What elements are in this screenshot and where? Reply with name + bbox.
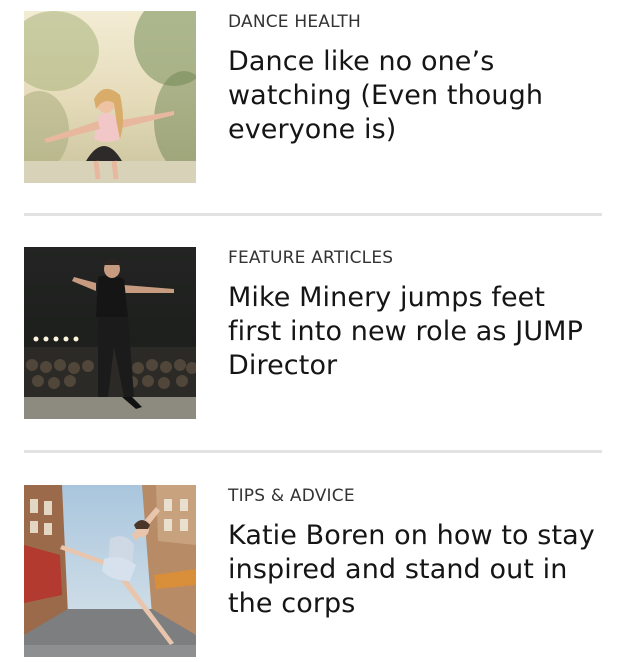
article-category[interactable]: DANCE HEALTH	[228, 11, 602, 33]
article-thumbnail-dance-health[interactable]	[24, 11, 196, 183]
ballerina-leaping-in-street-photo	[24, 485, 196, 657]
man-dancing-on-stage-photo	[24, 247, 196, 419]
article-card: FEATURE ARTICLES Mike Minery jumps feet …	[24, 247, 602, 420]
article-thumbnail-feature-articles[interactable]	[24, 247, 196, 419]
article-card: DANCE HEALTH Dance like no one’s watchin…	[24, 11, 602, 184]
divider	[24, 213, 602, 216]
girl-dancing-outdoors-photo	[24, 11, 196, 183]
article-card: TIPS & ADVICE Katie Boren on how to stay…	[24, 485, 602, 658]
article-category[interactable]: TIPS & ADVICE	[228, 485, 602, 507]
article-text: FEATURE ARTICLES Mike Minery jumps feet …	[228, 247, 602, 383]
article-title[interactable]: Katie Boren on how to stay inspired and …	[228, 519, 602, 621]
divider	[24, 450, 602, 453]
article-title[interactable]: Dance like no one’s watching (Even thoug…	[228, 45, 602, 147]
article-thumbnail-tips-advice[interactable]	[24, 485, 196, 657]
article-title[interactable]: Mike Minery jumps feet first into new ro…	[228, 281, 602, 383]
article-text: DANCE HEALTH Dance like no one’s watchin…	[228, 11, 602, 147]
article-text: TIPS & ADVICE Katie Boren on how to stay…	[228, 485, 602, 621]
article-category[interactable]: FEATURE ARTICLES	[228, 247, 602, 269]
